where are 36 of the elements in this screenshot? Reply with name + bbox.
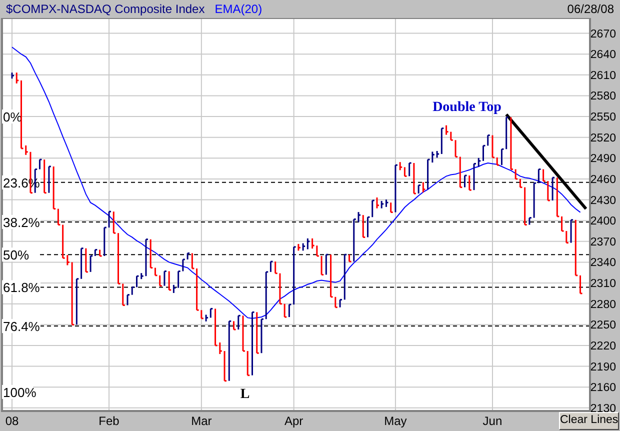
y-axis-label: 2430 bbox=[590, 194, 616, 207]
x-axis-label: Feb bbox=[98, 414, 120, 428]
y-axis-label: 2310 bbox=[590, 278, 616, 290]
y-axis-label: 2610 bbox=[590, 70, 616, 82]
y-axis-label: 2370 bbox=[590, 236, 616, 248]
annotation-label: Double Top bbox=[432, 100, 502, 115]
y-axis-label: 2130 bbox=[590, 402, 616, 415]
y-axis-label: 2400 bbox=[590, 216, 616, 228]
level-label: 61.8% bbox=[3, 280, 40, 296]
y-axis-label: 2550 bbox=[590, 112, 616, 124]
level-label: 38.2% bbox=[3, 214, 40, 230]
indicator-label: EMA(20) bbox=[214, 1, 262, 18]
level-label: 50% bbox=[3, 248, 30, 263]
y-axis-label: 2160 bbox=[590, 382, 616, 394]
y-axis-label: 2670 bbox=[590, 28, 616, 40]
chart-date: 06/28/08 bbox=[567, 1, 614, 18]
y-axis-label: 2280 bbox=[590, 298, 616, 311]
x-axis-label: Mar bbox=[191, 414, 212, 428]
y-axis-label: 2460 bbox=[590, 174, 616, 186]
index-title: $COMPX-NASDAQ Composite Index bbox=[6, 1, 205, 18]
x-axis-label: May bbox=[384, 414, 407, 428]
y-axis-label: 2580 bbox=[590, 90, 616, 103]
y-axis-label: 2340 bbox=[590, 257, 616, 270]
x-axis-label: Jun bbox=[482, 414, 502, 428]
y-axis-label: 2220 bbox=[590, 340, 616, 352]
y-axis-label: 2640 bbox=[590, 49, 616, 62]
y-axis-label: 2520 bbox=[590, 132, 616, 144]
x-axis-label: 08 bbox=[5, 414, 19, 428]
annotation-label: L bbox=[240, 387, 250, 402]
level-label: 76.4% bbox=[3, 319, 40, 334]
level-label: 100% bbox=[3, 384, 36, 400]
clear-lines-button[interactable]: Clear Lines bbox=[559, 412, 619, 430]
x-axis-label: Apr bbox=[284, 414, 304, 428]
y-axis-label: 2190 bbox=[590, 361, 616, 374]
y-axis-label: 2490 bbox=[590, 153, 616, 166]
y-axis-label: 2250 bbox=[590, 320, 616, 332]
